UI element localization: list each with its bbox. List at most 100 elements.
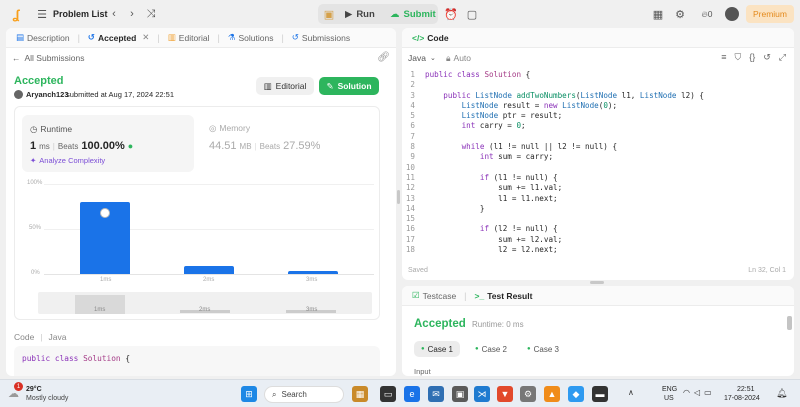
tab-accepted[interactable]: ↺ Accepted ✕ — [84, 28, 154, 48]
tab-submissions[interactable]: ↺ Submissions — [288, 28, 354, 48]
line-number: 10 — [405, 162, 415, 172]
keyboard-layout[interactable]: US — [664, 395, 674, 402]
leetcode-logo-icon[interactable]: ʆ — [8, 6, 24, 22]
timer-icon[interactable]: ⏰ — [443, 6, 459, 22]
code-line[interactable]: 10 — [403, 163, 785, 173]
tab-solutions[interactable]: ⚗ Solutions — [224, 28, 278, 48]
all-submissions-link[interactable]: ← All Submissions — [12, 53, 85, 63]
close-tab-icon[interactable]: ✕ — [142, 32, 149, 43]
tab-code[interactable]: </> Code — [408, 28, 453, 48]
tab-editorial[interactable]: ▥ Editorial — [164, 28, 214, 48]
vlc-icon[interactable]: ▲ — [544, 386, 560, 402]
memory-label[interactable]: ◎ Memory — [209, 123, 250, 134]
app-icon[interactable]: ◆ — [568, 386, 584, 402]
widget-icon[interactable]: ▦ — [352, 386, 368, 402]
run-button[interactable]: ▶ Run — [339, 4, 381, 24]
code-text: sum += l1.val; — [425, 183, 563, 193]
bookmark-icon[interactable]: ⛉ — [734, 52, 741, 63]
file-explorer-icon[interactable]: ▣ — [452, 386, 468, 402]
next-problem-icon[interactable]: › — [124, 6, 140, 22]
solution-button[interactable]: ✎ Solution — [319, 77, 379, 95]
runtime-card[interactable]: ◷ Runtime 1 ms | Beats 100.00% ● ✦ Analyze… — [22, 115, 194, 172]
case-1-tab[interactable]: ● Case 1 — [414, 341, 460, 357]
x-tick-label: 3ms — [306, 277, 318, 283]
task-view-icon[interactable]: ▭ — [380, 386, 396, 402]
auto-mode-toggle[interactable]: 🔒︎ Auto — [446, 53, 471, 64]
weather-desc[interactable]: Mostly cloudy — [26, 395, 68, 402]
vscode-icon[interactable]: ⋊ — [474, 386, 490, 402]
problem-list-icon[interactable]: ☰ — [34, 6, 50, 22]
edge-browser-icon[interactable]: e — [404, 386, 420, 402]
line-number: 5 — [410, 111, 415, 121]
problem-list-link[interactable]: Problem List — [53, 9, 108, 19]
notifications-bell-icon[interactable]: 🔔︎ — [776, 388, 787, 399]
case-2-tab[interactable]: ● Case 2 — [468, 341, 514, 357]
tab-testcase[interactable]: ☑ Testcase — [408, 286, 460, 306]
code-line[interactable]: 2 — [403, 80, 785, 90]
code-line[interactable]: 13 l1 = l1.next; — [403, 194, 785, 204]
tab-description[interactable]: ▤ Description — [12, 28, 74, 48]
format-lines-icon[interactable]: ≡ — [721, 52, 726, 63]
y-tick-label: 100% — [27, 180, 43, 186]
braces-icon[interactable]: {} — [749, 52, 755, 63]
note-icon[interactable]: ▢ — [464, 6, 480, 22]
settings-app-icon[interactable]: ⚙ — [520, 386, 536, 402]
vertical-splitter-handle[interactable] — [397, 190, 400, 204]
code-line[interactable]: 3 public ListNode addTwoNumbers(ListNode… — [403, 91, 785, 101]
code-line[interactable]: 15 — [403, 214, 785, 224]
prev-problem-icon[interactable]: ‹ — [106, 6, 122, 22]
code-line[interactable]: 11 if (l1 != null) { — [403, 173, 785, 183]
code-line[interactable]: 12 sum += l1.val; — [403, 183, 785, 193]
show-hidden-icons[interactable]: ∧ — [628, 388, 634, 397]
user-avatar[interactable] — [725, 7, 739, 21]
horizontal-splitter-handle[interactable] — [590, 281, 604, 284]
submit-button[interactable]: ☁ Submit — [384, 4, 442, 24]
edit-square-icon: ✎ — [326, 80, 334, 91]
case-3-tab[interactable]: ● Case 3 — [520, 341, 566, 357]
code-line[interactable]: 9 int sum = carry; — [403, 152, 785, 162]
code-line[interactable]: 1 public class Solution { — [403, 70, 785, 80]
editor-scrollbar[interactable] — [788, 83, 792, 233]
code-line[interactable]: 17 sum += l2.val; — [403, 235, 785, 245]
editorial-button[interactable]: ▥ Editorial — [256, 77, 314, 95]
analyze-complexity-link[interactable]: ✦ Analyze Complexity — [30, 156, 105, 165]
language-indicator[interactable]: ENG — [662, 386, 677, 393]
code-line[interactable]: 7 — [403, 132, 785, 142]
share-link-icon[interactable]: 🔗︎ — [377, 52, 390, 63]
left-tab-bar: ▤ Description | ↺ Accepted ✕ | ▥ Editori… — [6, 28, 396, 48]
code-line[interactable]: 18 l2 = l2.next; — [403, 245, 785, 255]
code-editor[interactable]: 1 public class Solution {2 3 public ListNo… — [403, 70, 785, 258]
premium-button[interactable]: Premium — [746, 5, 794, 23]
submitter-name[interactable]: Aryanch123 — [26, 90, 69, 99]
mail-icon[interactable]: ✉ — [428, 386, 444, 402]
weather-temp[interactable]: 29°C — [26, 386, 42, 393]
code-line[interactable]: 5 ListNode ptr = result; — [403, 111, 785, 121]
code-line[interactable]: 14 } — [403, 204, 785, 214]
windows-start-icon[interactable]: ⊞ — [241, 386, 257, 402]
code-brackets-icon: </> — [412, 32, 425, 43]
chart-bar-3ms[interactable] — [288, 271, 338, 274]
code-line[interactable]: 8 while (l1 != null || l2 != null) { — [403, 142, 785, 152]
settings-gear-icon[interactable]: ⚙ — [672, 6, 688, 22]
terminal-app-icon[interactable]: ▬ — [592, 386, 608, 402]
chart-bar-2ms[interactable] — [184, 265, 234, 274]
clock-time[interactable]: 22:51 — [737, 386, 755, 393]
fullscreen-icon[interactable]: ⤢ — [779, 52, 786, 63]
system-tray[interactable]: ◠ ◁ ▭ — [683, 388, 712, 397]
line-number: 7 — [410, 131, 415, 141]
taskbar-search[interactable]: ⌕ Search — [264, 386, 344, 403]
debug-icon[interactable]: ▣ — [321, 6, 337, 22]
tab-test-result[interactable]: >_ Test Result — [471, 286, 537, 306]
result-scrollbar[interactable] — [787, 316, 792, 330]
clock-date[interactable]: 17-08-2024 — [724, 395, 760, 402]
shuffle-icon[interactable]: ⤨ — [143, 6, 159, 22]
streak-counter[interactable]: 🔥︎ 0 — [694, 6, 720, 22]
brave-browser-icon[interactable]: ▼ — [497, 386, 513, 402]
code-line[interactable]: 6 int carry = 0; — [403, 121, 785, 131]
language-selector[interactable]: Java ⌄ — [408, 53, 436, 63]
layout-grid-icon[interactable]: ▦ — [650, 6, 666, 22]
reset-icon[interactable]: ↺ — [763, 52, 771, 63]
result-tab-bar: ☑ Testcase | >_ Test Result — [402, 286, 794, 306]
code-line[interactable]: 4 ListNode result = new ListNode(0); — [403, 101, 785, 111]
code-line[interactable]: 16 if (l2 != null) { — [403, 224, 785, 234]
